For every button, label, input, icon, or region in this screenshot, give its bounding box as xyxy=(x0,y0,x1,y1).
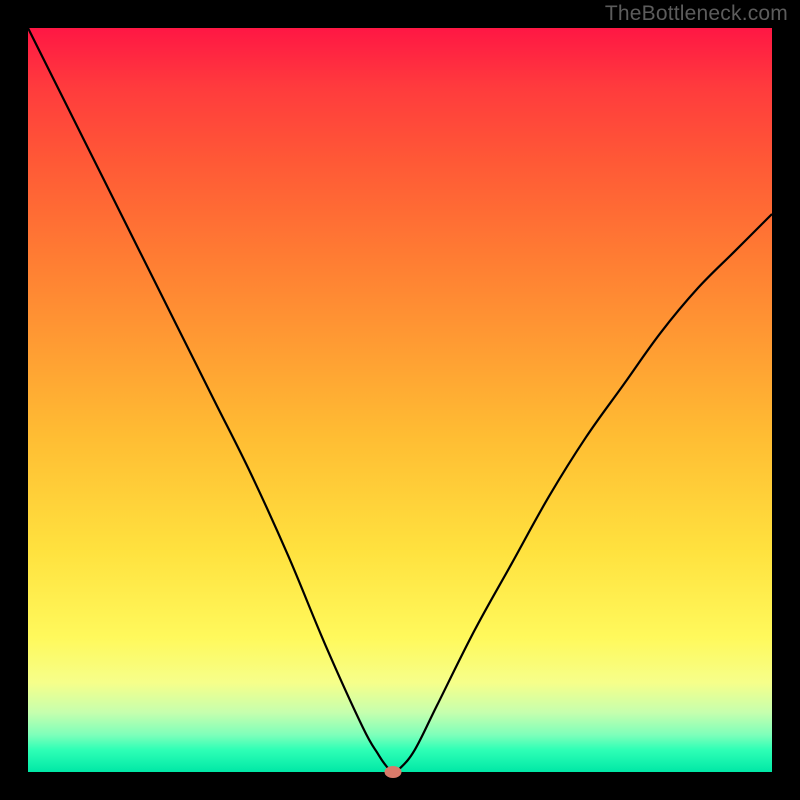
curve-path xyxy=(28,28,772,772)
watermark-text: TheBottleneck.com xyxy=(605,2,788,26)
bottleneck-curve xyxy=(28,28,772,772)
plot-area xyxy=(28,28,772,772)
optimal-point-marker xyxy=(384,766,401,778)
chart-frame: TheBottleneck.com xyxy=(0,0,800,800)
